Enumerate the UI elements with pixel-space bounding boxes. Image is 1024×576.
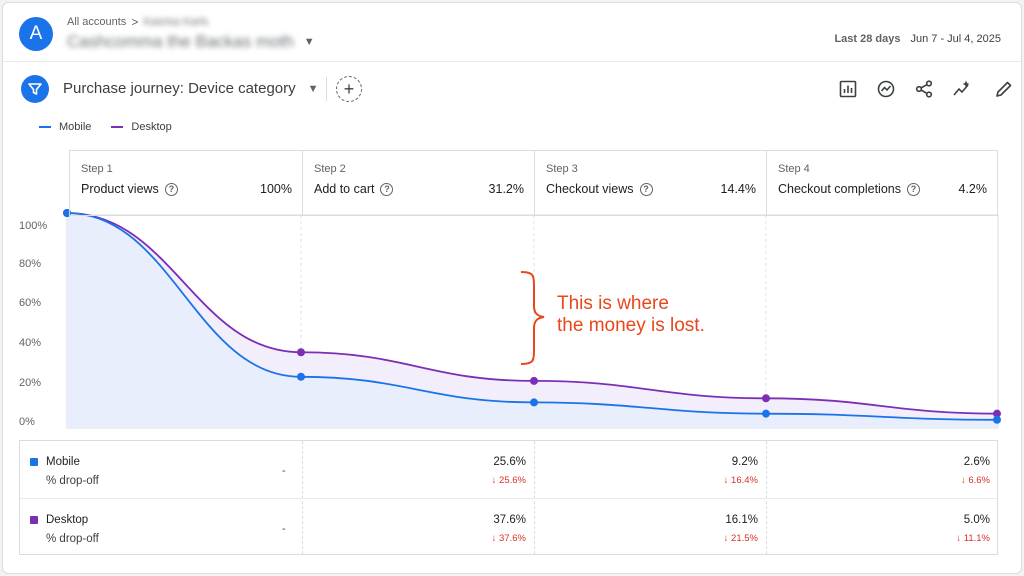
step-cell-2[interactable]: Step 2 Add to cart? 31.2% bbox=[302, 151, 534, 215]
step-value: 9.2% bbox=[731, 456, 758, 468]
mobile-data-point bbox=[993, 415, 1001, 424]
annotation-line-1: This is where bbox=[557, 293, 669, 314]
step-number: Step 2 bbox=[314, 163, 346, 175]
series-swatch-mobile bbox=[30, 458, 38, 466]
step4-cell: 2.6% ↓ 6.6% bbox=[790, 456, 990, 486]
step2-cell: 25.6% ↓ 25.6% bbox=[326, 456, 526, 486]
help-icon[interactable]: ? bbox=[164, 182, 178, 196]
mobile-data-point bbox=[762, 409, 770, 418]
step-name: Checkout views bbox=[546, 182, 634, 196]
step-number: Step 3 bbox=[546, 163, 578, 175]
dropoff-value: ↓ 6.6% bbox=[960, 475, 990, 486]
step-name: Checkout completions bbox=[778, 182, 901, 196]
annotation-line-2: the money is lost. bbox=[557, 315, 705, 336]
dropoff-value: ↓ 37.6% bbox=[491, 533, 526, 544]
step3-cell: 9.2% ↓ 16.4% bbox=[558, 456, 758, 486]
help-icon[interactable]: ? bbox=[639, 182, 653, 196]
dropoff-value: ↓ 16.4% bbox=[723, 475, 758, 486]
dropoff-value: ↓ 21.5% bbox=[723, 533, 758, 544]
table-row-mobile[interactable]: Mobile % drop-off - 25.6% ↓ 25.6% 9.2% ↓ 1… bbox=[20, 441, 997, 498]
step-number: Step 4 bbox=[778, 163, 810, 175]
y-tick-label: 60% bbox=[19, 297, 42, 309]
mobile-data-point bbox=[530, 398, 538, 407]
step-cell-4[interactable]: Step 4 Checkout completions? 4.2% bbox=[766, 151, 997, 215]
step-percentage: 100% bbox=[260, 182, 292, 196]
annotation-text: This is where the money is lost. bbox=[557, 293, 705, 337]
dropoff-label: % drop-off bbox=[46, 533, 99, 545]
desktop-data-point bbox=[297, 348, 305, 357]
step3-cell: 16.1% ↓ 21.5% bbox=[558, 514, 758, 544]
step-cell-1[interactable]: Step 1 Product views? 100% bbox=[70, 151, 302, 215]
mobile-data-point bbox=[297, 372, 305, 381]
step-value: 16.1% bbox=[725, 514, 758, 526]
y-tick-label: 100% bbox=[19, 220, 48, 232]
step-percentage: 14.4% bbox=[720, 182, 756, 196]
step1-value: - bbox=[282, 523, 286, 535]
y-tick-label: 20% bbox=[19, 377, 42, 389]
series-swatch-desktop bbox=[30, 516, 38, 524]
device-label: Mobile bbox=[46, 456, 80, 468]
y-tick-label: 0% bbox=[19, 416, 35, 428]
y-tick-label: 40% bbox=[19, 337, 42, 349]
desktop-data-point bbox=[762, 394, 770, 403]
funnel-step-header: Step 1 Product views? 100% Step 2 Add to … bbox=[69, 150, 998, 216]
step-value: 37.6% bbox=[493, 514, 526, 526]
help-icon[interactable]: ? bbox=[380, 182, 394, 196]
dropoff-value: ↓ 25.6% bbox=[491, 475, 526, 486]
step-value: 5.0% bbox=[963, 514, 990, 526]
y-tick-label: 80% bbox=[19, 258, 42, 270]
desktop-data-point bbox=[530, 376, 538, 385]
help-icon[interactable]: ? bbox=[906, 182, 920, 196]
dropoff-label: % drop-off bbox=[46, 475, 99, 487]
step-number: Step 1 bbox=[81, 163, 113, 175]
step4-cell: 5.0% ↓ 11.1% bbox=[790, 514, 990, 544]
step-percentage: 31.2% bbox=[488, 182, 524, 196]
step-name: Add to cart bbox=[314, 182, 375, 196]
step2-cell: 37.6% ↓ 37.6% bbox=[326, 514, 526, 544]
funnel-data-table: Mobile % drop-off - 25.6% ↓ 25.6% 9.2% ↓ 1… bbox=[19, 440, 998, 555]
device-label: Desktop bbox=[46, 514, 89, 526]
step-value: 25.6% bbox=[493, 456, 526, 468]
step-cell-3[interactable]: Step 3 Checkout views? 14.4% bbox=[534, 151, 766, 215]
app-window: A All accounts > Kasrisa Karls Cashcomma… bbox=[2, 2, 1022, 574]
step-name: Product views bbox=[81, 182, 159, 196]
step-percentage: 4.2% bbox=[958, 182, 988, 196]
step-value: 2.6% bbox=[963, 456, 990, 468]
step1-value: - bbox=[282, 465, 286, 477]
table-row-desktop[interactable]: Desktop % drop-off - 37.6% ↓ 37.6% 16.1% ↓… bbox=[20, 498, 997, 555]
dropoff-value: ↓ 11.1% bbox=[956, 533, 990, 544]
